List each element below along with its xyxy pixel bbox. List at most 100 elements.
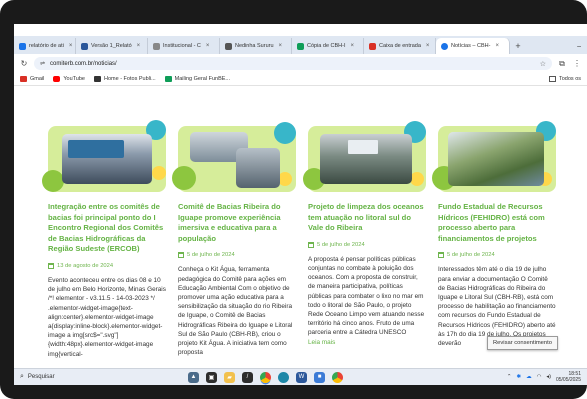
tab-label: Institucional - C <box>163 43 201 49</box>
search-icon: ⌕ <box>20 373 24 380</box>
bookmark-mailing[interactable]: Mailing Geral FunBE... <box>164 76 230 82</box>
close-icon[interactable]: × <box>206 43 210 49</box>
river-photo <box>448 132 544 186</box>
bookmark-label: Home - Fotos Publi... <box>104 76 156 82</box>
tab-label: Nedinha Sururu <box>235 43 274 49</box>
browser-tab[interactable]: Versão 1_Relató × <box>76 38 148 54</box>
news-date: 5 de julho de 2024 <box>438 252 556 259</box>
news-date: 5 de julho de 2024 <box>308 241 426 248</box>
word-icon[interactable]: W <box>296 371 307 383</box>
news-thumbnail[interactable] <box>432 121 556 192</box>
date-text: 13 de agosto de 2024 <box>57 262 114 269</box>
meet-icon[interactable]: ■ <box>314 371 325 383</box>
browser-tab[interactable]: relatório de ati × <box>14 38 76 54</box>
close-icon[interactable]: × <box>351 43 355 49</box>
close-icon[interactable]: × <box>137 43 141 49</box>
all-bookmarks-label: Todos os <box>558 76 581 82</box>
bookmark-label: YouTube <box>63 76 85 82</box>
calendar-icon <box>438 252 444 259</box>
minimize-icon[interactable]: – <box>577 43 581 50</box>
news-card: Projeto de limpeza dos oceanos tem atuaç… <box>303 121 426 347</box>
favicon-icon <box>225 42 232 50</box>
sheets-icon <box>164 76 172 82</box>
pen-app-icon[interactable]: / <box>242 371 253 383</box>
chrome-icon[interactable] <box>260 371 271 383</box>
news-thumbnail[interactable] <box>172 122 296 192</box>
landscape-app-icon[interactable]: ▲ <box>188 371 199 383</box>
excerpt-text: A proposta é pensar políticas públicas c… <box>308 255 425 337</box>
wifi-icon[interactable]: ◠ <box>537 374 542 380</box>
clock-date: 05/05/2025 <box>555 377 581 383</box>
news-card: Comitê de Bacias Ribeira do Iguape promo… <box>172 122 296 357</box>
bookmark-label: Gmail <box>30 76 45 82</box>
menu-icon[interactable]: ⋮ <box>572 59 582 68</box>
cloud-icon[interactable]: ☁ <box>526 374 532 380</box>
bookmark-youtube[interactable]: YouTube <box>53 76 85 82</box>
news-title[interactable]: Comitê de Bacias Ribeira do Iguape promo… <box>178 202 296 244</box>
window-controls: – <box>577 38 587 54</box>
edge-icon[interactable] <box>278 371 289 383</box>
news-title[interactable]: Projeto de limpeza dos oceanos tem atuaç… <box>308 202 426 234</box>
clock[interactable]: 18:51 05/05/2025 <box>556 371 581 383</box>
bookmark-fotos[interactable]: Home - Fotos Publi... <box>94 76 156 82</box>
calendar-icon <box>178 252 184 259</box>
reload-icon[interactable]: ↻ <box>19 59 29 68</box>
news-thumbnail[interactable] <box>42 120 166 192</box>
chevron-up-icon[interactable]: ⌃ <box>507 374 512 380</box>
task-view-icon[interactable]: ▣ <box>206 371 217 383</box>
new-tab-button[interactable]: + <box>510 38 526 54</box>
close-icon[interactable]: × <box>426 43 430 49</box>
browser-tab-active[interactable]: Notícias – CBH- × <box>436 38 510 54</box>
tab-label: Notícias – CBH- <box>451 43 491 49</box>
favicon-icon <box>19 42 26 50</box>
news-title[interactable]: Fundo Estadual de Recursos Hídricos (FEH… <box>438 202 556 244</box>
close-icon[interactable]: × <box>495 43 499 49</box>
chrome-profile-icon[interactable] <box>332 371 343 383</box>
news-excerpt: A proposta é pensar políticas públicas c… <box>308 255 426 347</box>
bookmark-star-icon[interactable]: ☆ <box>540 60 546 68</box>
calendar-icon <box>48 262 54 269</box>
date-text: 5 de julho de 2024 <box>187 252 235 259</box>
browser-tab[interactable]: Institucional - C × <box>148 38 220 54</box>
gmail-icon <box>369 42 376 50</box>
folder-icon <box>548 76 556 82</box>
news-thumbnail[interactable] <box>303 121 426 192</box>
news-date: 5 de julho de 2024 <box>178 252 296 259</box>
screen: relatório de ati × Versão 1_Relató × Ins… <box>14 24 587 385</box>
site-info-icon[interactable]: ⇌ <box>40 60 45 67</box>
windows-taskbar: ⌕ Pesquisar ▲ ▣ ▰ / W ■ ⌃ ✱ ☁ ◠ ◂) 18:51… <box>14 368 587 385</box>
extensions-icon[interactable]: ⧉ <box>557 59 567 69</box>
bookmark-label: Mailing Geral FunBE... <box>174 76 230 82</box>
tab-strip: relatório de ati × Versão 1_Relató × Ins… <box>14 36 587 54</box>
favicon-icon <box>441 42 448 50</box>
date-text: 5 de julho de 2024 <box>447 252 495 259</box>
bluetooth-icon[interactable]: ✱ <box>516 374 521 380</box>
bookmarks-bar: Gmail YouTube Home - Fotos Publi... Mail… <box>14 73 587 86</box>
photos-icon <box>94 76 101 82</box>
close-icon[interactable]: × <box>279 43 283 49</box>
all-bookmarks[interactable]: Todos os <box>548 76 581 82</box>
gmail-icon <box>20 76 27 82</box>
news-excerpt: Conheça o Kit Água, ferramenta pedagógic… <box>178 266 293 357</box>
consent-tooltip[interactable]: Revisar consentimento <box>487 336 558 350</box>
device-frame: relatório de ati × Versão 1_Relató × Ins… <box>0 0 587 399</box>
news-title[interactable]: Integração entre os comitês de bacias fo… <box>48 202 166 255</box>
news-card: Fundo Estadual de Recursos Hídricos (FEH… <box>432 121 556 348</box>
browser-tab[interactable]: Cópia de CBH-I × <box>292 38 364 54</box>
news-date: 13 de agosto de 2024 <box>48 262 166 269</box>
file-explorer-icon[interactable]: ▰ <box>224 371 235 383</box>
close-icon[interactable]: × <box>69 43 73 49</box>
bookmark-gmail[interactable]: Gmail <box>20 76 44 82</box>
favicon-icon <box>81 42 88 50</box>
tab-label: relatório de ati <box>29 43 64 49</box>
tab-label: Caixa de entrada <box>379 43 421 49</box>
url-text: comiterb.com.br/noticias/ <box>50 60 117 67</box>
volume-icon[interactable]: ◂) <box>546 374 551 380</box>
tab-label: Cópia de CBH-I <box>307 43 346 49</box>
read-more-link[interactable]: Leia mais <box>308 338 426 347</box>
taskbar-search[interactable]: ⌕ Pesquisar <box>20 373 160 381</box>
browser-tab[interactable]: Nedinha Sururu × <box>220 38 292 54</box>
calendar-icon <box>308 241 314 248</box>
browser-tab[interactable]: Caixa de entrada × <box>364 38 436 54</box>
address-bar[interactable]: ⇌ comiterb.com.br/noticias/ ☆ <box>34 57 552 70</box>
